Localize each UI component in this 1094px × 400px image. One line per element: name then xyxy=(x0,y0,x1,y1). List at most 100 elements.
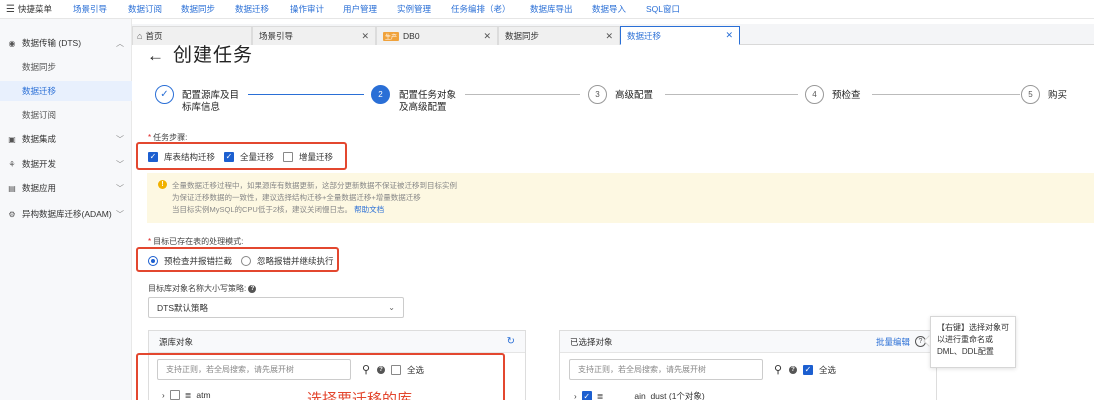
selected-select-all[interactable]: ✓ 全选 xyxy=(803,364,836,376)
batch-edit-link[interactable]: 批量编辑 xyxy=(876,336,910,348)
nav-data-subscription[interactable]: 数据订阅 xyxy=(128,3,162,15)
source-select-all[interactable]: 全选 xyxy=(391,364,424,376)
close-icon[interactable]: ✕ xyxy=(605,31,613,42)
tab-label: 数据同步 xyxy=(505,31,540,41)
checkbox-full-migration[interactable]: ✓ 全量迁移 xyxy=(224,151,274,163)
close-icon[interactable]: ✕ xyxy=(483,31,491,42)
chevron-up-icon: ︿ xyxy=(116,38,124,48)
conflict-mode-label-text: 目标已存在表的处理模式: xyxy=(153,237,244,246)
chevron-down-icon: ﹀ xyxy=(116,183,124,193)
step-3-circle: 3 xyxy=(588,85,607,104)
warning-icon: ! xyxy=(158,180,167,189)
select-all-label: 全选 xyxy=(407,365,425,375)
nav-scene-guide[interactable]: 场景引导 xyxy=(73,3,107,15)
notice-line-3-text: 当目标实例MySQL的CPU低于2核，建议关闭慢日志。 xyxy=(172,205,353,214)
source-search-placeholder: 支持正则，若全局搜索，请先展开树 xyxy=(166,365,294,374)
migration-notice: ! 全量数据迁移过程中，如果源库有数据更新，这部分更新数据不保证被迁移到目标实例… xyxy=(147,173,1094,223)
nav-db-export[interactable]: 数据库导出 xyxy=(530,3,573,15)
step-5-label: 购买 xyxy=(1048,90,1068,101)
nav-operation-audit[interactable]: 操作审计 xyxy=(290,3,324,15)
radio-unselected-icon xyxy=(241,256,251,266)
sidebar: ◉ 数据传输 (DTS) ︿ 数据同步 数据迁移 数据订阅 ▣ 数据集成 ﹀ ⚘… xyxy=(0,19,132,400)
application-icon: ▤ xyxy=(8,183,16,193)
radio-ignore-continue[interactable]: 忽略报错并继续执行 xyxy=(241,255,334,267)
nav-data-migration[interactable]: 数据迁移 xyxy=(235,3,269,15)
source-search-input[interactable]: 支持正则，若全局搜索，请先展开树 ⚲ xyxy=(157,359,370,380)
tab-db0[interactable]: 生产 DB0 ✕ xyxy=(376,26,498,45)
sidebar-item-label: 数据传输 (DTS) xyxy=(22,38,82,48)
step-1-line2: 标库信息 xyxy=(182,102,221,113)
checkbox-incremental-migration[interactable]: 增量迁移 xyxy=(283,151,333,163)
checkbox-schema-migration[interactable]: ✓ 库表结构迁移 xyxy=(148,151,215,163)
step-2-line1: 配置任务对象 xyxy=(399,90,457,101)
nav-instance-management[interactable]: 实例管理 xyxy=(397,3,431,15)
sidebar-item-integration[interactable]: ▣ 数据集成 ﹀ xyxy=(0,129,132,149)
database-icon: ≣ xyxy=(184,390,192,400)
selected-tree-row[interactable]: › ✓ ≣ ain_dust (1个对象) xyxy=(574,390,705,400)
sidebar-item-data-subscription[interactable]: 数据订阅 xyxy=(0,105,132,125)
chevron-down-icon: ⌄ xyxy=(388,303,395,312)
help-icon[interactable]: ? xyxy=(377,366,385,374)
task-steps-label-text: 任务步骤: xyxy=(153,133,188,142)
source-panel-title: 源库对象 xyxy=(159,336,194,347)
close-icon[interactable]: ✕ xyxy=(361,31,369,42)
tab-scene-guide[interactable]: 场景引导 ✕ xyxy=(252,26,376,45)
tab-data-migration[interactable]: 数据迁移 ✕ xyxy=(620,26,740,45)
checkbox-unchecked-icon[interactable] xyxy=(169,390,180,400)
selected-panel-header: 已选择对象 批量编辑 ? xyxy=(560,331,936,353)
close-icon[interactable]: ✕ xyxy=(725,30,733,41)
sidebar-item-label: 数据集成 xyxy=(22,134,57,144)
quick-menu-label: 快捷菜单 xyxy=(17,4,52,14)
step-2-label: 配置任务对象 及高级配置 xyxy=(399,90,456,114)
step-4-label: 预检查 xyxy=(832,90,861,101)
sidebar-item-development[interactable]: ⚘ 数据开发 ﹀ xyxy=(0,154,132,174)
nav-user-management[interactable]: 用户管理 xyxy=(343,3,377,15)
tab-label: 数据迁移 xyxy=(627,30,662,41)
back-arrow-icon[interactable]: ← xyxy=(147,46,165,65)
sidebar-item-data-migration[interactable]: 数据迁移 xyxy=(0,81,132,101)
nav-task-orchestration[interactable]: 任务编排（老） xyxy=(451,3,511,15)
checkbox-label: 全量迁移 xyxy=(240,152,275,162)
selected-search-placeholder: 支持正则，若全局搜索，请先展开树 xyxy=(578,365,706,374)
step-1-line1: 配置源库及目 xyxy=(182,90,240,101)
sidebar-item-dts[interactable]: ◉ 数据传输 (DTS) ︿ xyxy=(0,33,132,53)
home-icon: ⌂ xyxy=(137,31,143,41)
checkbox-unchecked-icon xyxy=(391,365,401,375)
tab-data-sync[interactable]: 数据同步 ✕ xyxy=(498,26,620,45)
refresh-icon[interactable]: ↻ xyxy=(507,336,515,347)
radio-precheck-block[interactable]: 预检查并报错拦截 xyxy=(148,255,232,267)
chevron-down-icon: ﹀ xyxy=(116,159,124,169)
checkbox-checked-icon: ✓ xyxy=(148,152,158,162)
tab-label: DB0 xyxy=(403,31,420,41)
case-policy-select[interactable]: DTS默认策略 ⌄ xyxy=(148,297,404,318)
quick-menu-toggle[interactable]: ☰ 快捷菜单 xyxy=(0,3,72,15)
nav-data-sync[interactable]: 数据同步 xyxy=(181,3,215,15)
sidebar-item-application[interactable]: ▤ 数据应用 ﹀ xyxy=(0,178,132,198)
selected-search-input[interactable]: 支持正则，若全局搜索，请先展开树 ⚲ xyxy=(569,359,782,380)
page-title-text: 创建任务 xyxy=(173,45,254,66)
search-icon[interactable]: ⚲ xyxy=(774,363,782,376)
chevron-right-icon[interactable]: › xyxy=(574,392,577,400)
dts-icon: ◉ xyxy=(8,38,16,48)
help-icon[interactable]: ? xyxy=(789,366,797,374)
help-icon[interactable]: ? xyxy=(248,284,257,293)
checkbox-checked-icon[interactable]: ✓ xyxy=(581,391,592,400)
help-doc-link[interactable]: 帮助文档 xyxy=(354,205,384,214)
checkbox-unchecked-icon xyxy=(283,152,293,162)
checkbox-label: 库表结构迁移 xyxy=(164,152,216,162)
nav-data-import[interactable]: 数据导入 xyxy=(592,3,626,15)
source-tree-row[interactable]: › ≣ atm xyxy=(162,390,211,400)
sidebar-item-adam[interactable]: ⚙ 异构数据库迁移(ADAM) ﹀ xyxy=(0,204,132,224)
chevron-right-icon[interactable]: › xyxy=(162,391,165,400)
adam-icon: ⚙ xyxy=(8,209,16,219)
sidebar-item-data-sync[interactable]: 数据同步 xyxy=(0,57,132,77)
notice-line-1: 全量数据迁移过程中，如果源库有数据更新，这部分更新数据不保证被迁移到目标实例 xyxy=(172,181,457,190)
step-connector-3 xyxy=(665,94,798,95)
checkbox-checked-icon: ✓ xyxy=(224,152,234,162)
chevron-down-icon: ﹀ xyxy=(116,134,124,144)
menu-icon: ☰ xyxy=(6,3,15,15)
page-title: ← 创建任务 xyxy=(147,40,253,67)
search-icon[interactable]: ⚲ xyxy=(362,363,370,376)
nav-sql-window[interactable]: SQL窗口 xyxy=(646,3,680,15)
step-1-circle: ✓ xyxy=(155,85,174,104)
